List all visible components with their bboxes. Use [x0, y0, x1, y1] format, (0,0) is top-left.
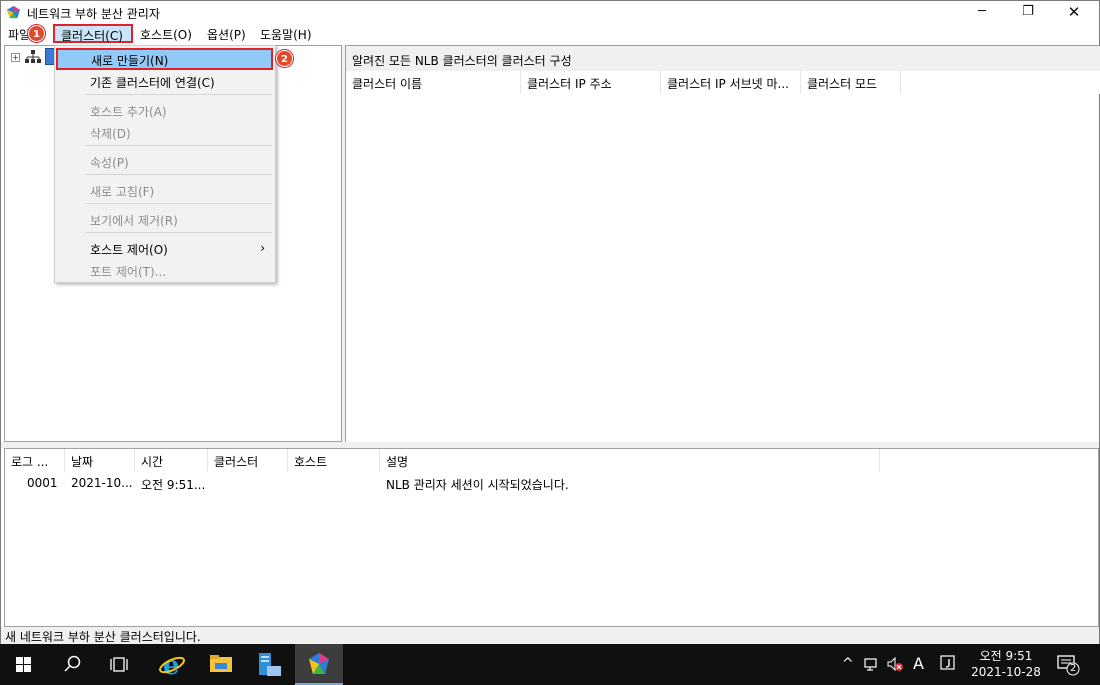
log-pane: 로그 ... 날짜 시간 클러스터 호스트 설명 0001 2021-10...… [4, 448, 1099, 627]
server-manager-button[interactable] [246, 644, 294, 685]
log-column-headers: 로그 ... 날짜 시간 클러스터 호스트 설명 [5, 449, 1098, 472]
file-explorer-icon [210, 655, 232, 672]
column-header-host[interactable]: 호스트 [288, 449, 380, 472]
volume-muted-icon[interactable] [886, 656, 904, 672]
cluster-pane-title: 알려진 모든 NLB 클러스터의 클러스터 구성 [346, 46, 1100, 71]
column-header-description[interactable]: 설명 [380, 449, 880, 472]
column-header-log[interactable]: 로그 ... [5, 449, 65, 472]
taskbar-clock-time[interactable]: 오전 9:51 [970, 647, 1042, 664]
minimize-button[interactable]: ─ [959, 1, 1005, 23]
column-header-date[interactable]: 날짜 [65, 449, 135, 472]
svg-text:e: e [163, 651, 180, 681]
menu-separator [86, 232, 272, 233]
menu-item-port-control[interactable]: 포트 제어(T)... [55, 259, 275, 281]
search-button[interactable] [48, 644, 96, 685]
menu-separator [86, 203, 272, 204]
cluster-menu-dropdown: 새로 만들기(N) 기존 클러스터에 연결(C) 호스트 추가(A) 삭제(D)… [54, 45, 276, 283]
start-button[interactable] [0, 644, 48, 685]
column-header-cluster-subnet[interactable]: 클러스터 IP 서브넷 마... [661, 71, 801, 94]
submenu-arrow-icon: › [260, 241, 265, 255]
task-view-icon [110, 657, 128, 672]
step-badge-1: 1 [28, 25, 45, 42]
nlb-app-icon [6, 5, 21, 19]
nlb-manager-icon [309, 653, 329, 674]
taskbar: e ^ A 2 [0, 644, 1100, 685]
menu-item-host-control-label: 호스트 제어(O) [90, 243, 168, 257]
menu-item-connect-existing[interactable]: 기존 클러스터에 연결(C) [55, 70, 275, 92]
column-header-cluster-name[interactable]: 클러스터 이름 [346, 71, 521, 94]
menu-separator [86, 174, 272, 175]
menu-item-properties[interactable]: 속성(P) [55, 150, 275, 172]
input-method-indicator[interactable]: A [913, 654, 924, 673]
nlb-manager-taskbar-button[interactable] [295, 644, 343, 685]
menu-bar: 파일(F) 클러스터(C) 호스트(O) 옵션(P) 도움말(H) [1, 23, 1099, 44]
close-button[interactable]: ✕ [1051, 1, 1097, 23]
menu-cluster[interactable]: 클러스터(C) [53, 24, 133, 43]
menu-help[interactable]: 도움말(H) [260, 26, 312, 43]
menu-host[interactable]: 호스트(O) [140, 26, 192, 43]
menu-item-new[interactable]: 새로 만들기(N) [56, 48, 273, 70]
menu-item-delete[interactable]: 삭제(D) [55, 121, 275, 143]
column-header-time[interactable]: 시간 [135, 449, 208, 472]
task-view-button[interactable] [96, 644, 144, 685]
window-title: 네트워크 부하 분산 관리자 [27, 7, 160, 21]
internet-explorer-button[interactable]: e [148, 644, 196, 685]
ime-mode-icon[interactable] [940, 655, 956, 671]
restore-button[interactable]: ❐ [1005, 1, 1051, 23]
menu-options[interactable]: 옵션(P) [207, 26, 246, 43]
server-manager-icon [259, 653, 281, 676]
menu-separator [86, 145, 272, 146]
menu-item-host-control[interactable]: 호스트 제어(O) › [55, 237, 275, 259]
log-date: 2021-10... [71, 476, 133, 490]
column-header-cluster[interactable]: 클러스터 [208, 449, 288, 472]
log-description: NLB 관리자 세션이 시작되었습니다. [386, 478, 569, 492]
column-header-cluster-mode[interactable]: 클러스터 모드 [801, 71, 901, 94]
tray-overflow-chevron-icon[interactable]: ^ [842, 656, 854, 672]
notification-count-badge: 2 [1070, 663, 1077, 674]
title-bar: 네트워크 부하 분산 관리자 ─ ❐ ✕ [1, 1, 1099, 23]
menu-item-add-host[interactable]: 호스트 추가(A) [55, 99, 275, 121]
network-icon[interactable] [863, 656, 879, 672]
taskbar-clock-date[interactable]: 2021-10-28 [970, 665, 1042, 679]
menu-file[interactable]: 파일(F) [8, 26, 28, 43]
menu-item-remove-from-view[interactable]: 보기에서 제거(R) [55, 208, 275, 230]
column-header-cluster-ip[interactable]: 클러스터 IP 주소 [521, 71, 661, 94]
log-time: 오전 9:51... [141, 478, 206, 492]
windows-start-icon [16, 657, 31, 672]
nlb-manager-window: 네트워크 부하 분산 관리자 ─ ❐ ✕ 파일(F) 클러스터(C) 호스트(O… [0, 0, 1100, 644]
menu-separator [86, 94, 272, 95]
tree-expand-icon[interactable]: + [11, 53, 20, 62]
status-bar: 새 네트워크 부하 분산 클러스터입니다. [1, 627, 1099, 644]
menu-item-refresh[interactable]: 새로 고침(F) [55, 179, 275, 201]
notification-center-icon[interactable] [1056, 654, 1080, 676]
log-row[interactable]: 0001 2021-10... 오전 9:51... NLB 관리자 세션이 시… [5, 473, 1098, 493]
step-badge-2: 2 [276, 50, 293, 67]
search-icon [64, 655, 81, 672]
cluster-config-pane: 알려진 모든 NLB 클러스터의 클러스터 구성 클러스터 이름 클러스터 IP… [345, 45, 1100, 442]
internet-explorer-icon: e [159, 651, 185, 681]
file-explorer-button[interactable] [198, 644, 246, 685]
cluster-column-headers: 클러스터 이름 클러스터 IP 주소 클러스터 IP 서브넷 마... 클러스터… [346, 71, 1100, 94]
log-number: 0001 [27, 476, 58, 490]
network-clusters-icon[interactable] [25, 50, 41, 64]
